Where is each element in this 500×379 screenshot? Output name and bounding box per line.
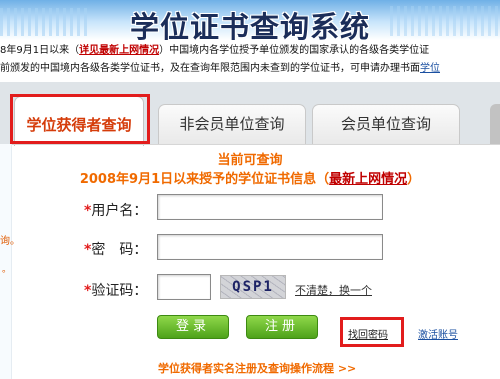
password-input[interactable] — [157, 234, 383, 260]
notice-line-1: 8年9月1日以来（详见最新上网情况）中国境内各学位授予单位颁发的国家承认的各级各… — [0, 44, 500, 58]
written-certification-link[interactable]: 学位 — [420, 63, 440, 74]
notice-line-2-text: 前颁发的中国境内各级各类学位证书，及在查询年限范围内未查到的学位证书，可申请办理… — [0, 63, 420, 74]
left-side-dot: 。 — [2, 265, 12, 275]
username-input[interactable] — [157, 194, 383, 220]
notice-line-2: 前颁发的中国境内各级各类学位证书，及在查询年限范围内未查到的学位证书，可申请办理… — [0, 62, 500, 76]
info-heading: 2008年9月1日以来授予的学位证书信息（最新上网情况） — [0, 168, 500, 187]
username-label-text: 用户名： — [91, 203, 148, 219]
notice-line-1-prefix: 8年9月1日以来（ — [0, 45, 80, 56]
site-title: 学位证书查询系统 — [129, 10, 370, 40]
activate-account-link[interactable]: 激活账号 — [418, 326, 458, 341]
latest-online-status-link[interactable]: 最新上网情况 — [329, 172, 407, 187]
tab-member-query[interactable]: 会员单位查询 — [312, 104, 460, 144]
info-heading-prefix: 2008年9月1日以来授予的学位证书信息（ — [79, 172, 330, 187]
registration-guide-link[interactable]: 学位获得者实名注册及查询操作流程 >> — [158, 360, 356, 376]
refresh-captcha-link[interactable]: 不清楚，换一个 — [295, 282, 372, 298]
info-heading-suffix: ） — [407, 172, 421, 187]
register-button[interactable]: 注册 — [246, 315, 318, 339]
tab-bar-edge — [490, 104, 500, 144]
left-side-text: 询。 — [0, 236, 20, 247]
captcha-label: *验证码： — [84, 280, 147, 300]
highlight-box-tab — [10, 94, 150, 144]
password-label: *密 码： — [84, 239, 147, 259]
notice-line-1-suffix: ）中国境内各学位授予单位颁发的国家承认的各级各类学位证 — [159, 45, 430, 56]
page-root: 学位证书查询系统 8年9月1日以来（详见最新上网情况）中国境内各学位授予单位颁发… — [0, 0, 500, 379]
captcha-text: QSP1 — [232, 279, 274, 295]
highlight-box-forgot — [340, 317, 404, 347]
current-query-heading: 当前可查询 — [217, 153, 283, 168]
username-label: *用户名： — [84, 200, 147, 220]
header-banner: 学位证书查询系统 — [0, 0, 500, 40]
latest-status-link[interactable]: 详见最新上网情况 — [79, 45, 159, 56]
panel-divider — [12, 144, 500, 145]
captcha-label-text: 验证码： — [91, 283, 148, 299]
captcha-image: QSP1 — [220, 275, 286, 299]
password-label-text: 密 码： — [91, 242, 148, 258]
tab-non-member-query[interactable]: 非会员单位查询 — [158, 104, 306, 144]
login-button[interactable]: 登录 — [157, 315, 229, 339]
captcha-input[interactable] — [157, 274, 211, 300]
